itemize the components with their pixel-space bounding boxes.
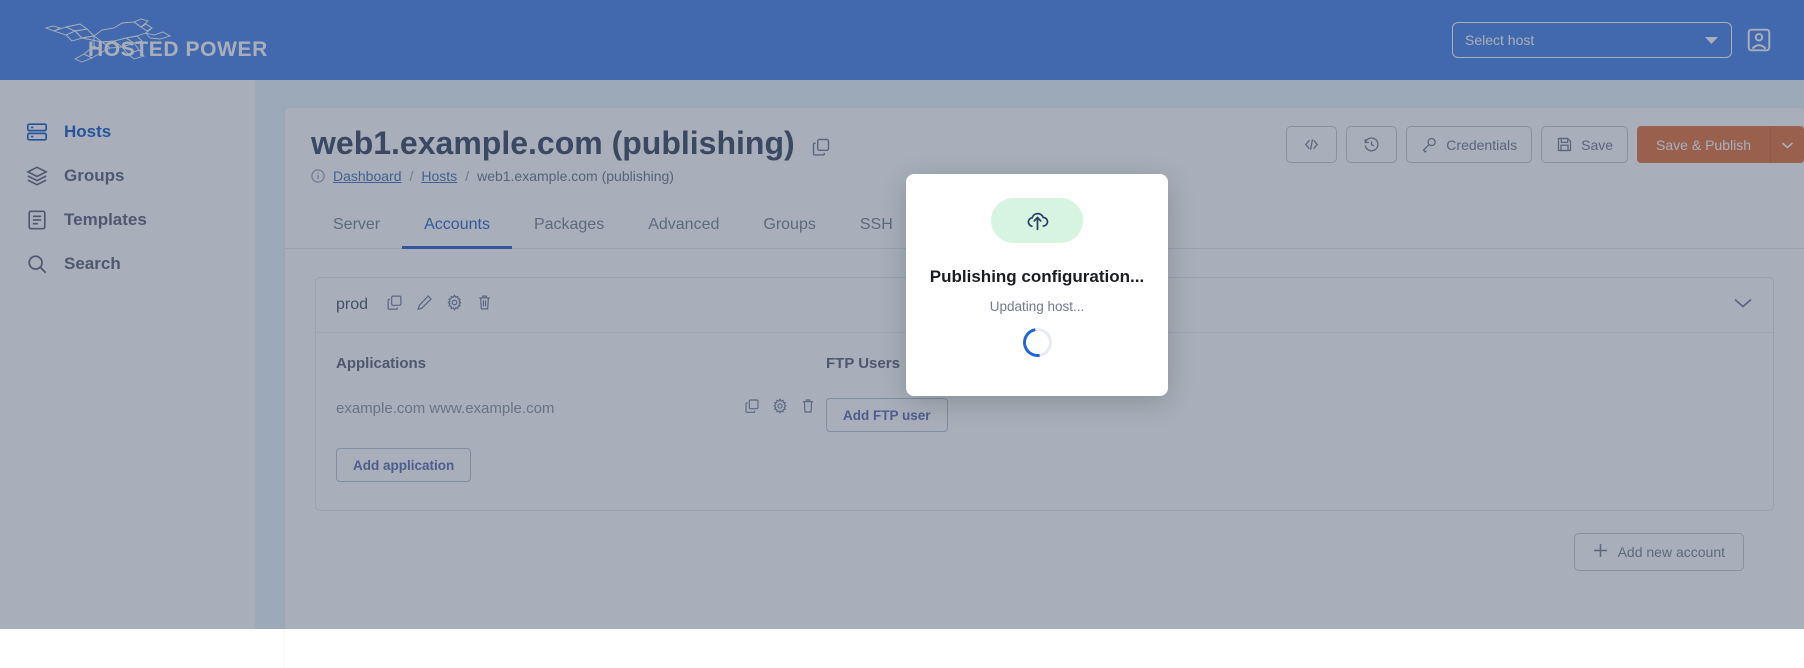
publishing-modal: Publishing configuration... Updating hos…: [906, 174, 1168, 396]
modal-overlay: [0, 0, 1804, 629]
modal-icon-badge: [991, 198, 1083, 243]
cloud-upload-icon: [1027, 212, 1048, 231]
modal-title: Publishing configuration...: [929, 267, 1145, 286]
loading-spinner-icon: [1016, 322, 1058, 363]
modal-subtitle: Updating host...: [989, 299, 1085, 314]
